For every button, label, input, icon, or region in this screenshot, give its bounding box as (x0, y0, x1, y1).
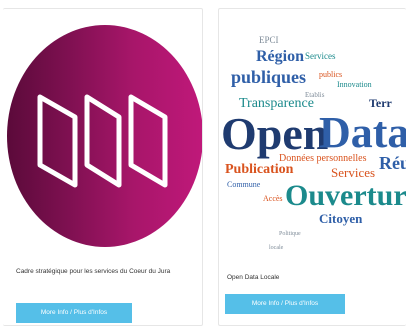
open-data-word-cloud: EPCI Région Services publiques publics I… (221, 35, 406, 251)
magenta-circle (7, 25, 202, 247)
more-info-button[interactable]: More Info / Plus d'Infos (225, 294, 345, 314)
word-open: Open (221, 108, 328, 159)
word-politique: Politique (279, 231, 301, 237)
word-publiques: publiques (231, 67, 306, 87)
word-ouverture: Ouvertur (285, 179, 406, 212)
word-commune: Commune (227, 180, 261, 189)
card-image (3, 9, 202, 259)
word-citoyen: Citoyen (319, 211, 363, 226)
card-caption: Cadre stratégique pour les services du C… (16, 268, 171, 275)
more-info-button[interactable]: More Info / Plus d'Infos (16, 303, 132, 323)
card-coeur-du-jura: Cadre stratégique pour les services du C… (3, 8, 203, 326)
word-innovation: Innovation (337, 80, 372, 89)
card-image: EPCI Région Services publiques publics I… (219, 9, 406, 259)
page: Cadre stratégique pour les services du C… (0, 0, 406, 334)
word-region: Région (256, 48, 304, 65)
word-acces: Accès (263, 194, 283, 203)
word-locale: locale (269, 245, 284, 251)
word-services-small: Services (305, 51, 336, 61)
word-etablissements: Etablis (305, 91, 325, 99)
folded-map-icon (37, 94, 168, 188)
word-publics: publics (319, 70, 342, 79)
card-open-data-locale: EPCI Région Services publiques publics I… (218, 8, 406, 326)
word-data: Data (319, 108, 406, 157)
card-caption: Open Data Locale (227, 274, 280, 281)
word-publication: Publication (225, 162, 294, 177)
word-reu: Réu (379, 153, 406, 173)
word-services: Services (331, 165, 375, 180)
word-small: EPCI (259, 35, 279, 45)
